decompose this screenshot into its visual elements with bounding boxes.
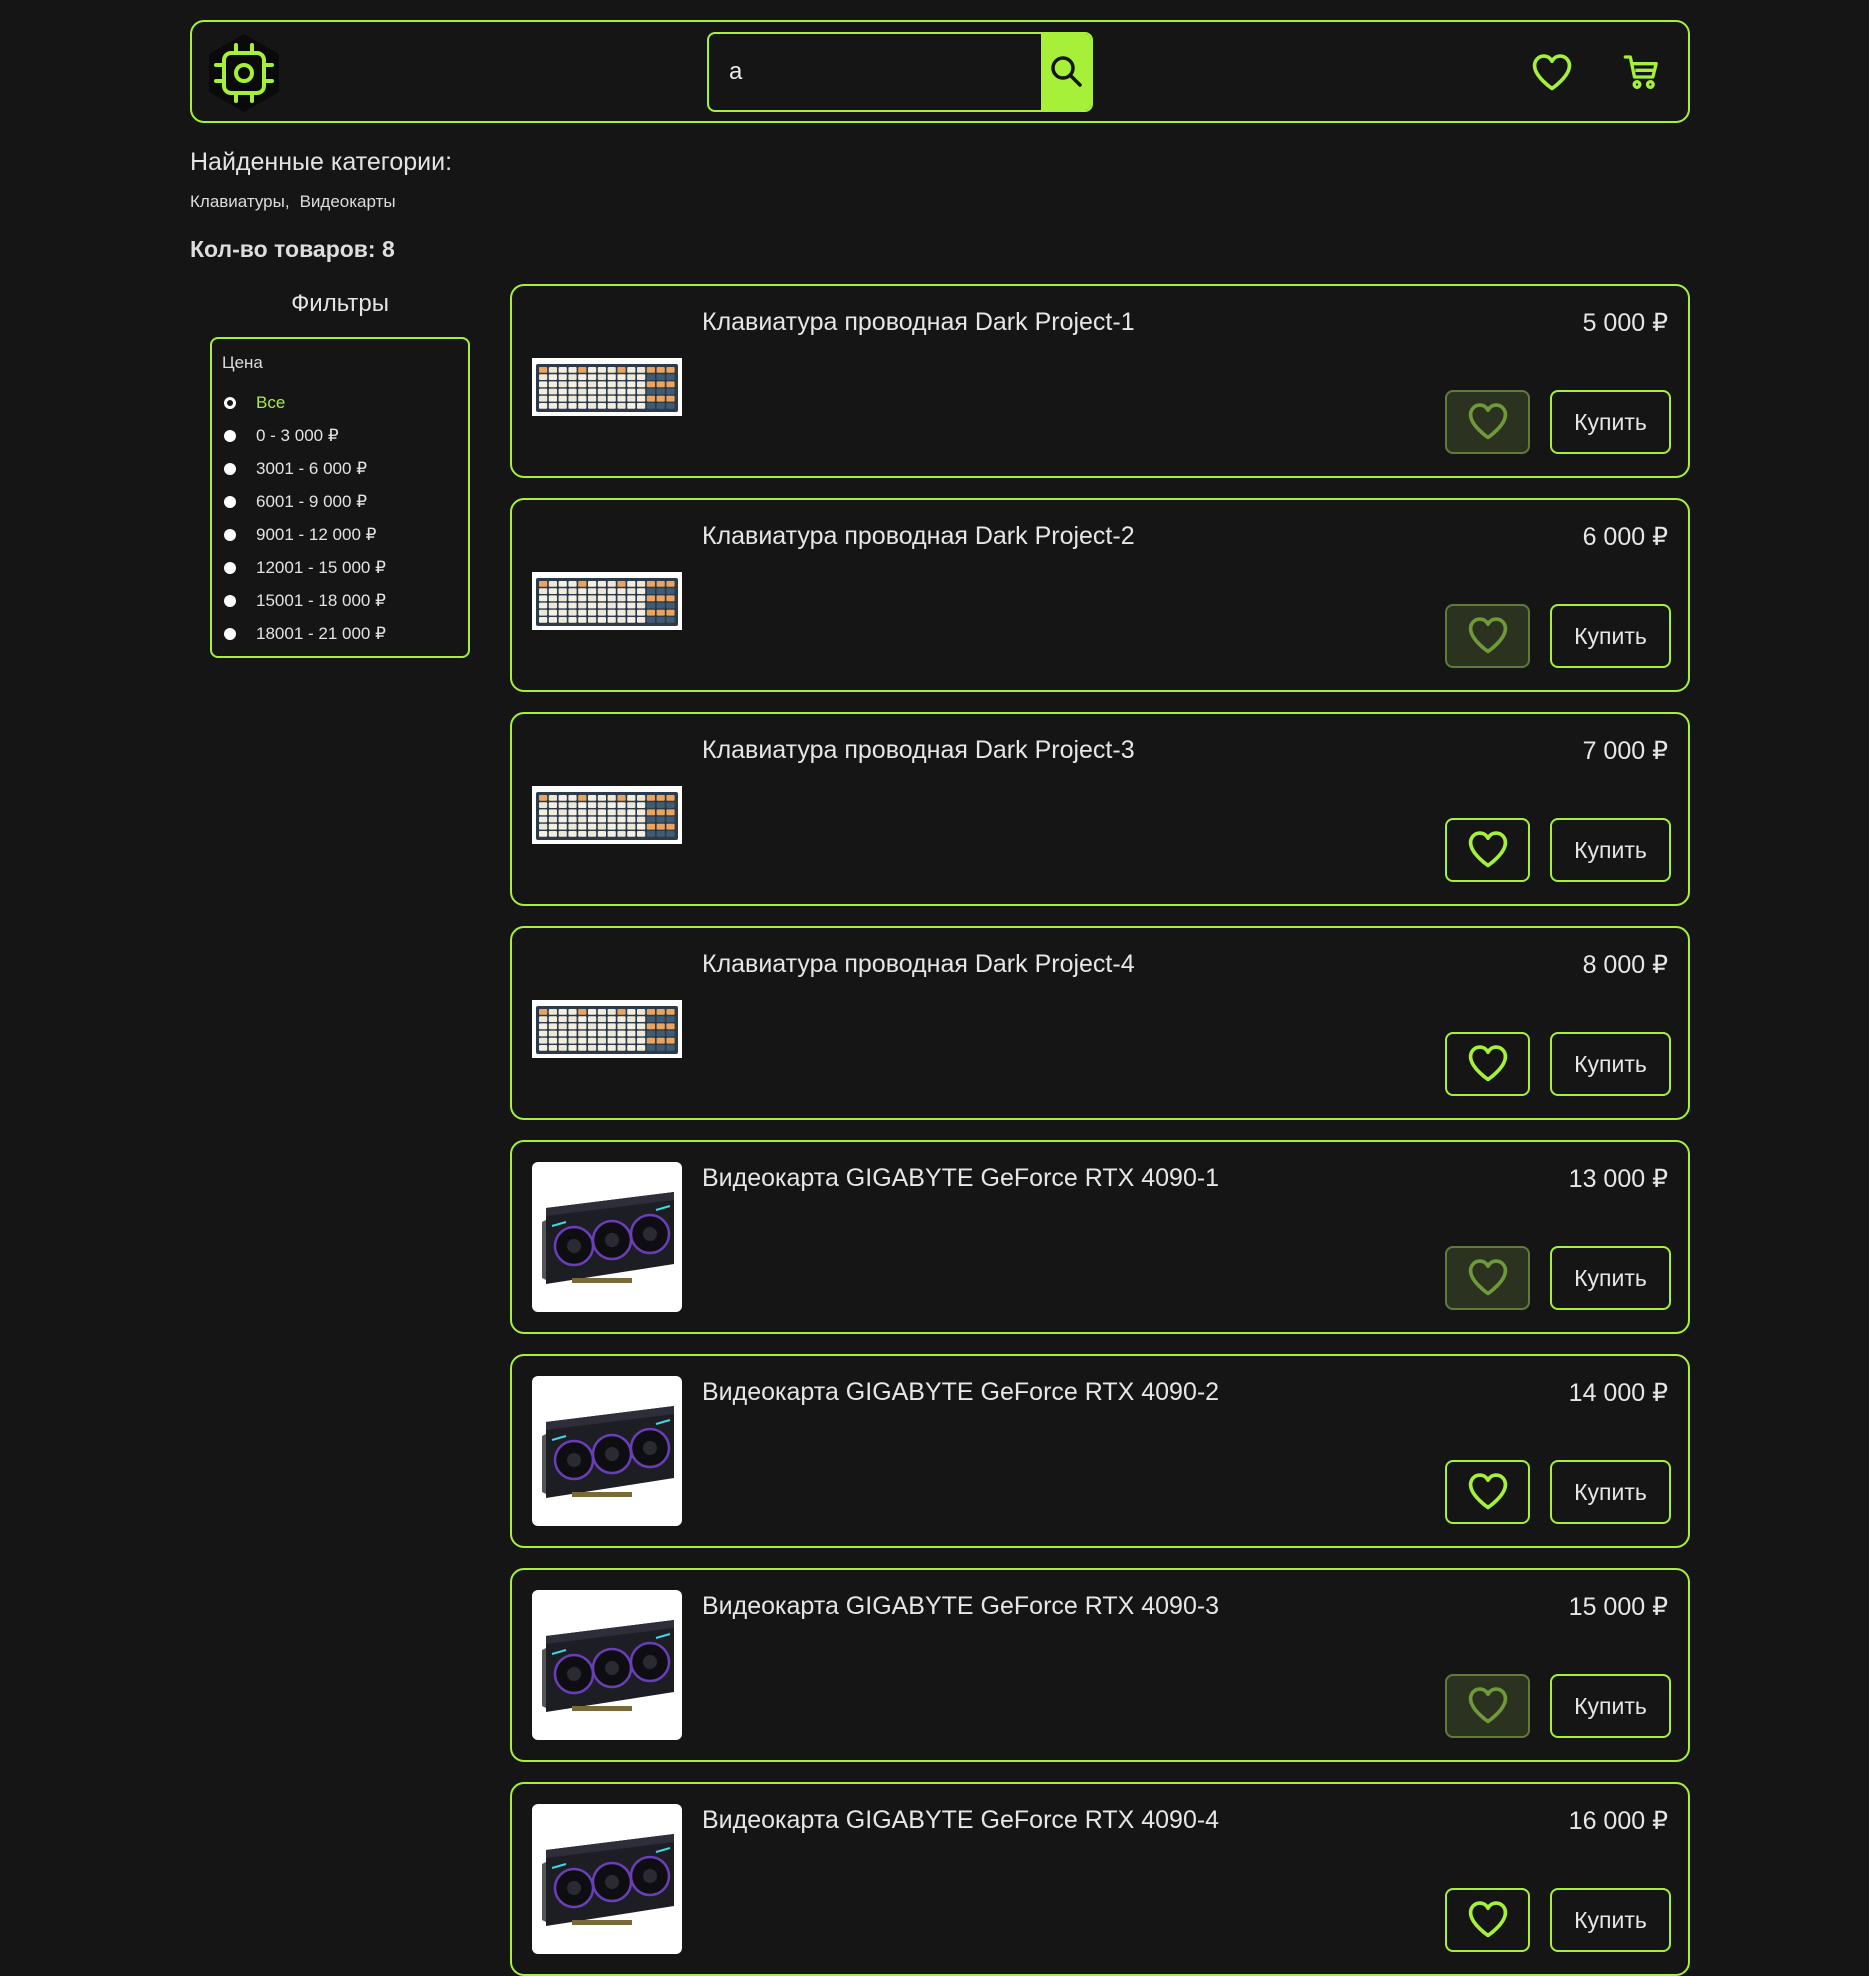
add-to-favorites-button[interactable] (1445, 1032, 1530, 1096)
product-title[interactable]: Видеокарта GIGABYTE GeForce RTX 4090-1 (702, 1164, 1219, 1193)
search-bar (707, 32, 1093, 112)
price-filter-option-label: 6001 - 9 000 ₽ (256, 492, 368, 511)
price-filter: Цена Все 0 - 3 000 ₽ 3001 - 6 000 ₽ 6001 - … (210, 337, 470, 658)
add-to-favorites-button[interactable] (1445, 1888, 1530, 1952)
buy-button[interactable]: Купить (1550, 818, 1671, 882)
found-categories-title: Найденные категории: (190, 148, 453, 176)
found-categories-list: Клавиатуры, Видеокарты (190, 192, 396, 212)
price-filter-label: Цена (222, 353, 263, 372)
price-filter-option-label: 12001 - 15 000 ₽ (256, 558, 386, 577)
product-image-gpu[interactable] (532, 1590, 682, 1740)
filters-title: Фильтры (291, 290, 389, 317)
product-title[interactable]: Клавиатура проводная Dark Project-2 (702, 522, 1135, 551)
buy-button[interactable]: Купить (1550, 1460, 1671, 1524)
product-card: Видеокарта GIGABYTE GeForce RTX 4090-1 13… (510, 1140, 1690, 1334)
product-title[interactable]: Клавиатура проводная Dark Project-4 (702, 950, 1135, 979)
product-count: Кол-во товаров: 8 (190, 236, 395, 262)
radio-button[interactable] (224, 430, 236, 442)
price-filter-option-label: Все (256, 393, 286, 412)
price-filter-option[interactable]: 6001 - 9 000 ₽ (222, 491, 367, 513)
price-filter-option[interactable]: 18001 - 21 000 ₽ (222, 623, 386, 645)
add-to-favorites-button[interactable] (1445, 1246, 1530, 1310)
product-card: Клавиатура проводная Dark Project-3 7 000… (510, 712, 1690, 906)
price-filter-option[interactable]: 0 - 3 000 ₽ (222, 425, 339, 447)
buy-button[interactable]: Купить (1550, 390, 1671, 454)
radio-button[interactable] (224, 529, 236, 541)
price-filter-option[interactable]: 15001 - 18 000 ₽ (222, 590, 386, 612)
buy-button[interactable]: Купить (1550, 604, 1671, 668)
product-image-gpu[interactable] (532, 1376, 682, 1526)
product-price: 7 000 ₽ (1582, 737, 1668, 765)
header (190, 20, 1690, 123)
price-filter-option[interactable]: 3001 - 6 000 ₽ (222, 458, 367, 480)
price-filter-option[interactable]: Все (222, 392, 285, 414)
heart-icon (1466, 613, 1510, 660)
product-card: Клавиатура проводная Dark Project-4 8 000… (510, 926, 1690, 1120)
heart-icon (1466, 1255, 1510, 1302)
product-price: 8 000 ₽ (1582, 951, 1668, 979)
radio-button[interactable] (224, 397, 236, 409)
add-to-favorites-button[interactable] (1445, 1460, 1530, 1524)
product-price: 13 000 ₽ (1568, 1165, 1668, 1193)
search-button[interactable] (1041, 34, 1091, 110)
product-title[interactable]: Видеокарта GIGABYTE GeForce RTX 4090-3 (702, 1592, 1219, 1621)
buy-button[interactable]: Купить (1550, 1032, 1671, 1096)
product-card: Видеокарта GIGABYTE GeForce RTX 4090-4 16… (510, 1782, 1690, 1976)
radio-button[interactable] (224, 562, 236, 574)
price-filter-option-label: 0 - 3 000 ₽ (256, 426, 339, 445)
price-filter-option-label: 9001 - 12 000 ₽ (256, 525, 377, 544)
search-icon (1049, 54, 1083, 91)
heart-icon (1466, 827, 1510, 874)
price-filter-option-label: 18001 - 21 000 ₽ (256, 624, 386, 643)
buy-button[interactable]: Купить (1550, 1674, 1671, 1738)
add-to-favorites-button[interactable] (1445, 818, 1530, 882)
search-input[interactable] (709, 34, 1042, 110)
product-title[interactable]: Видеокарта GIGABYTE GeForce RTX 4090-2 (702, 1378, 1219, 1407)
product-image-keyboard[interactable] (532, 520, 682, 670)
add-to-favorites-button[interactable] (1445, 390, 1530, 454)
chip-logo-icon[interactable] (205, 32, 283, 114)
product-title[interactable]: Видеокарта GIGABYTE GeForce RTX 4090-4 (702, 1806, 1219, 1835)
heart-icon (1466, 1683, 1510, 1730)
price-filter-option-label: 15001 - 18 000 ₽ (256, 591, 386, 610)
heart-icon (1466, 1041, 1510, 1088)
product-image-keyboard[interactable] (532, 948, 682, 1098)
product-title[interactable]: Клавиатура проводная Dark Project-3 (702, 736, 1135, 765)
add-to-favorites-button[interactable] (1445, 1674, 1530, 1738)
radio-button[interactable] (224, 463, 236, 475)
heart-icon[interactable] (1530, 50, 1574, 94)
heart-icon (1466, 1469, 1510, 1516)
product-card: Видеокарта GIGABYTE GeForce RTX 4090-2 14… (510, 1354, 1690, 1548)
cart-icon[interactable] (1622, 52, 1662, 92)
radio-button[interactable] (224, 628, 236, 640)
price-filter-option-label: 3001 - 6 000 ₽ (256, 459, 368, 478)
category-link-gpus[interactable]: Видеокарты (300, 192, 396, 212)
heart-icon (1466, 399, 1510, 446)
price-filter-option[interactable]: 9001 - 12 000 ₽ (222, 524, 376, 546)
product-price: 16 000 ₽ (1568, 1807, 1668, 1835)
category-link-keyboards[interactable]: Клавиатуры, (190, 192, 290, 212)
product-card: Видеокарта GIGABYTE GeForce RTX 4090-3 15… (510, 1568, 1690, 1762)
radio-button[interactable] (224, 496, 236, 508)
buy-button[interactable]: Купить (1550, 1888, 1671, 1952)
product-image-gpu[interactable] (532, 1162, 682, 1312)
product-price: 14 000 ₽ (1568, 1379, 1668, 1407)
buy-button[interactable]: Купить (1550, 1246, 1671, 1310)
product-title[interactable]: Клавиатура проводная Dark Project-1 (702, 308, 1135, 337)
product-image-keyboard[interactable] (532, 734, 682, 884)
product-card: Клавиатура проводная Dark Project-2 6 000… (510, 498, 1690, 692)
product-price: 6 000 ₽ (1582, 523, 1668, 551)
add-to-favorites-button[interactable] (1445, 604, 1530, 668)
product-price: 5 000 ₽ (1582, 309, 1668, 337)
product-image-gpu[interactable] (532, 1804, 682, 1954)
product-price: 15 000 ₽ (1568, 1593, 1668, 1621)
product-image-keyboard[interactable] (532, 306, 682, 456)
heart-icon (1466, 1897, 1510, 1944)
price-filter-option[interactable]: 12001 - 15 000 ₽ (222, 557, 386, 579)
product-card: Клавиатура проводная Dark Project-1 5 000… (510, 284, 1690, 478)
radio-button[interactable] (224, 595, 236, 607)
